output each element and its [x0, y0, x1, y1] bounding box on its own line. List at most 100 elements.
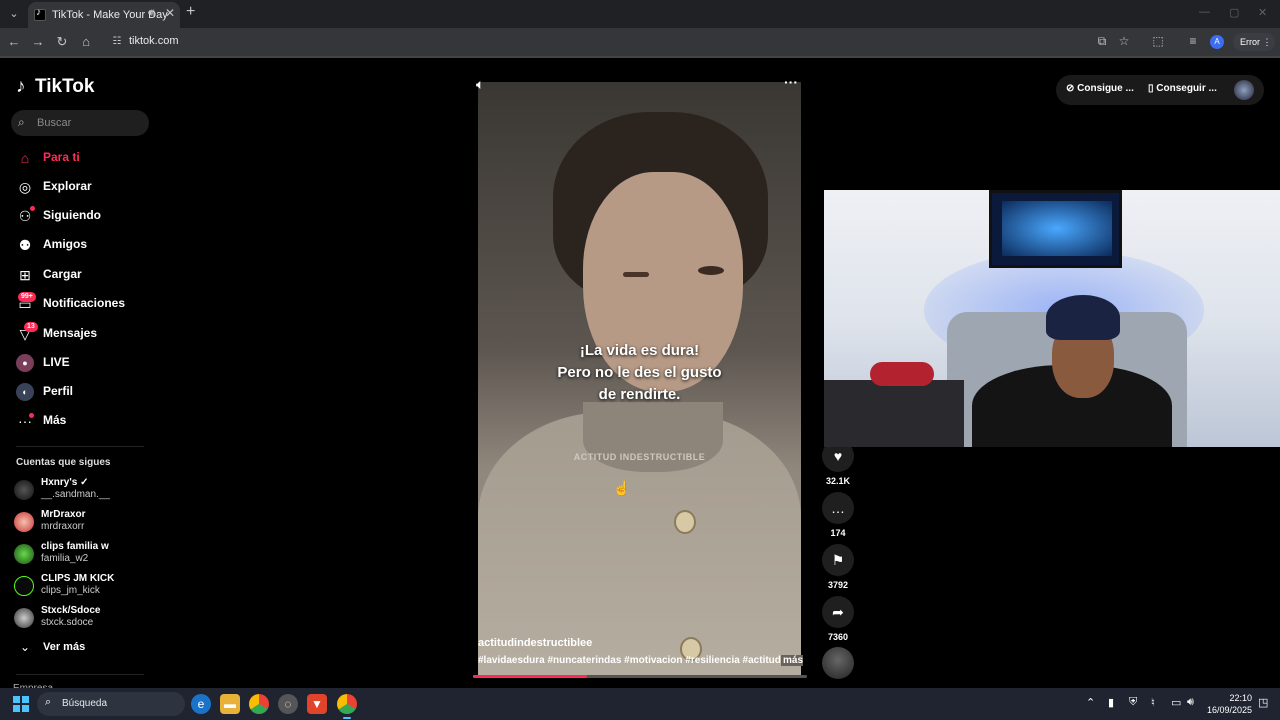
nav-cargar[interactable]: ⊞ Cargar [16, 264, 146, 286]
nav-siguiendo[interactable]: ⚇ Siguiendo [16, 205, 146, 227]
compass-icon: ◎ [18, 179, 32, 195]
browser-tab-strip: ⌄ TikTok - Make Your Day 🔊︎ ✕ + — ▢ ✕ [0, 0, 1280, 28]
following-account[interactable]: Stxck/Sdoce stxck.sdoce [14, 604, 154, 632]
following-account[interactable]: MrDraxor mrdraxorr [14, 508, 154, 536]
caption-line: Pero no le des el gusto [557, 364, 722, 381]
video-watermark: ACTITUD INDESTRUCTIBLE [573, 452, 706, 462]
tab-audio-icon[interactable]: 🔊︎ [148, 7, 155, 20]
tab-search-icon[interactable]: ⌄ [4, 4, 24, 24]
video-progress-bar[interactable] [473, 675, 807, 678]
forward-icon[interactable]: → [29, 33, 47, 51]
sidebar-divider [16, 674, 144, 675]
tiktok-logo[interactable]: ♪ TikTok [16, 76, 94, 98]
browser-tab-tiktok[interactable]: TikTok - Make Your Day 🔊︎ ✕ [28, 2, 180, 28]
install-app-icon[interactable]: ⧉ [1094, 34, 1110, 49]
nav-label: Siguiendo [43, 208, 101, 222]
network-icon[interactable]: ▭ [1171, 696, 1181, 709]
webcam-boxing-gloves [870, 362, 934, 386]
error-button[interactable]: Error ⋮ [1233, 33, 1275, 51]
search-icon: ⌕ [18, 115, 25, 129]
home-icon: ⌂ [20, 150, 30, 166]
get-app-button[interactable]: ▯ Conseguir ... [1148, 83, 1217, 94]
chrome-icon[interactable] [249, 694, 269, 714]
nav-amigos[interactable]: ⚉ Amigos [16, 234, 146, 256]
bookmark-icon[interactable]: ⚑ [822, 544, 854, 576]
nav-label: Cargar [43, 267, 82, 281]
following-account[interactable]: Hxnry's ✓ __.sandman.__ [14, 476, 154, 504]
extensions-icon[interactable]: ⬚ [1150, 34, 1166, 48]
account-handle: familia_w2 [41, 553, 89, 564]
browser-toolbar: ← → ↻ ⌂ ☷ tiktok.com ⧉ ☆ ⬚ ≡ [0, 28, 1280, 56]
volume-icon[interactable]: 🔈︎ [476, 76, 484, 93]
following-account[interactable]: clips familia w familia_w2 [14, 540, 154, 568]
media-controls-icon[interactable]: ≡ [1185, 34, 1201, 48]
nav-live[interactable]: ● LIVE [16, 352, 146, 374]
clock-date: 16/09/2025 [1206, 705, 1252, 715]
get-coins-button[interactable]: ⊘ Consigue ... [1066, 83, 1134, 94]
nav-para-ti[interactable]: ⌂ Para ti [16, 147, 146, 169]
expand-description-link[interactable]: más [781, 655, 804, 666]
search-icon: ⌕ [45, 696, 52, 708]
nav-mensajes[interactable]: ▽ 13 Mensajes [16, 322, 146, 345]
maximize-icon[interactable]: ▢ [1229, 6, 1239, 19]
tab-close-icon[interactable]: ✕ [165, 6, 175, 20]
save-action[interactable]: ⚑ 3792 [822, 544, 854, 590]
search-input[interactable]: ⌕ Buscar [11, 110, 149, 136]
speaker-icon[interactable]: 🔊︎ [1187, 696, 1194, 709]
windows-start-icon[interactable] [13, 696, 29, 712]
nav-notificaciones[interactable]: ▭ 99+ Notificaciones [16, 292, 146, 315]
security-icon[interactable]: ⛨ [1129, 696, 1137, 709]
edge-icon[interactable]: e [191, 694, 211, 714]
nav-label: Explorar [43, 179, 92, 193]
sound-avatar[interactable] [822, 647, 854, 679]
comment-action[interactable]: … 174 [822, 492, 854, 538]
brave-icon[interactable]: ▼ [307, 694, 327, 714]
minimize-icon[interactable]: — [1199, 6, 1210, 18]
home-icon[interactable]: ⌂ [77, 33, 95, 51]
nav-label: Perfil [43, 384, 74, 398]
chrome-active-icon[interactable] [337, 694, 357, 719]
webcam-desk [824, 380, 964, 447]
account-handle: stxck.sdoce [41, 617, 94, 628]
video-player[interactable]: ¡La vida es dura! Pero no le des el gust… [478, 82, 801, 676]
profile-avatar[interactable]: A [1210, 35, 1224, 49]
search-placeholder: Buscar [37, 117, 72, 129]
get-app-label: Conseguir ... [1156, 83, 1217, 94]
nav-mas[interactable]: ··· Más [16, 410, 146, 432]
back-icon[interactable]: ← [5, 33, 23, 51]
nav-perfil[interactable]: ◐ Perfil [16, 381, 146, 403]
taskbar-search[interactable]: ⌕ Búsqueda [37, 692, 185, 716]
usb-icon[interactable]: ▮ [1108, 696, 1114, 709]
url-text[interactable]: tiktok.com [129, 35, 179, 47]
tray-overflow-icon[interactable]: ⌃ [1086, 696, 1095, 709]
avatar [14, 480, 34, 500]
nav-explorar[interactable]: ◎ Explorar [16, 176, 146, 198]
bookmark-star-icon[interactable]: ☆ [1116, 34, 1132, 48]
nav-label: LIVE [43, 355, 70, 369]
notification-center-icon[interactable]: ◳ [1258, 696, 1268, 709]
video-author[interactable]: actitudindestructiblee [478, 637, 592, 649]
reload-icon[interactable]: ↻ [53, 33, 71, 51]
new-tab-icon[interactable]: + [186, 3, 195, 21]
file-explorer-icon[interactable]: ▬ [220, 694, 240, 714]
system-clock[interactable]: 22:10 16/09/2025 [1206, 692, 1252, 716]
get-coins-label: Consigue ... [1077, 83, 1134, 94]
share-action[interactable]: ➦ 7360 [822, 596, 854, 642]
video-hashtags[interactable]: #lavidaesdura #nuncaterindas #motivacion… [478, 655, 801, 666]
account-handle: mrdraxorr [41, 521, 85, 532]
tiktok-favicon-icon [34, 7, 46, 21]
avatar [14, 512, 34, 532]
more-options-icon[interactable]: ··· [784, 74, 798, 90]
app-icon[interactable]: ◌ [278, 694, 298, 714]
share-icon[interactable]: ➦ [822, 596, 854, 628]
site-info-icon[interactable]: ☷ [110, 35, 124, 49]
user-avatar[interactable] [1234, 80, 1254, 100]
microphone-icon[interactable]: ♮ [1151, 696, 1155, 709]
notifications-badge: 99+ [18, 292, 36, 302]
comment-icon[interactable]: … [822, 492, 854, 524]
webcam-person-cap [1046, 295, 1120, 340]
window-close-icon[interactable]: ✕ [1258, 6, 1267, 19]
account-name: CLIPS JM KICK [41, 573, 115, 584]
following-account[interactable]: CLIPS JM KICK clips_jm_kick [14, 572, 154, 600]
address-bar[interactable]: ☷ tiktok.com [104, 31, 1144, 53]
